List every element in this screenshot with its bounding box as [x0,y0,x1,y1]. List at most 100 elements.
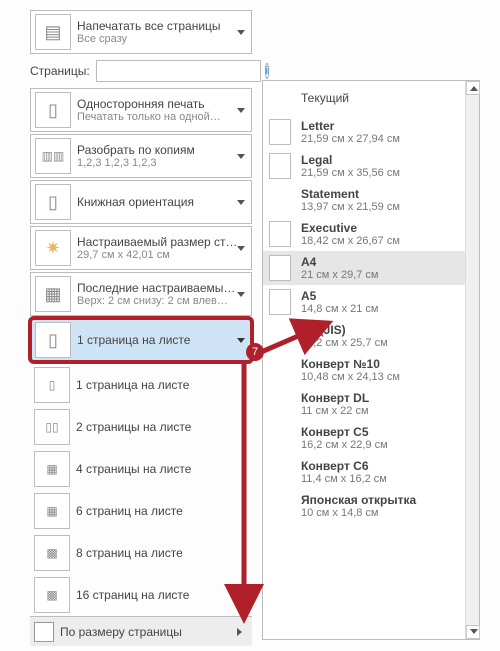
pages-per-sheet-option-label: 4 страницы на листе [76,462,191,476]
pages-per-sheet-option[interactable]: ▩ 8 страниц на листе [30,532,252,574]
paper-size-dimensions: 18,2 см x 25,7 см [301,337,388,349]
pages-per-sheet-option[interactable]: ▦ 4 страницы на листе [30,448,252,490]
info-icon[interactable]: i [265,63,269,79]
paper-size-option[interactable]: A514,8 см x 21 см [263,285,465,319]
pages-per-sheet-option-icon: ▯▯ [34,409,70,445]
portrait-icon: ▯ [35,184,71,220]
paper-size-option[interactable]: Конверт C516,2 см x 22,9 см [263,421,465,455]
scrollbar[interactable] [465,81,479,639]
paper-size-name: Конверт DL [301,391,369,405]
sides-title: Односторонняя печать [77,97,251,111]
pages-per-sheet-option[interactable]: ▯▯ 2 страницы на листе [30,406,252,448]
paper-size-dimensions: 21,59 см x 35,56 см [301,167,400,179]
collate-title: Разобрать по копиям [77,143,251,157]
paper-size-option[interactable]: Конверт DL11 см x 22 см [263,387,465,421]
pages-per-sheet-option-label: 1 страница на листе [76,378,189,392]
chevron-down-icon [237,292,245,297]
chevron-down-icon [237,154,245,159]
paper-size-dimensions: 13,97 см x 21,59 см [301,201,400,213]
pages-per-sheet-option-label: 16 страниц на листе [76,588,189,602]
paper-size-option[interactable]: Текущий [263,81,465,115]
one-page-icon: ▯ [35,322,71,358]
fit-icon [34,622,54,642]
pages-input[interactable] [96,60,261,82]
pages-icon: ▤ [35,14,71,50]
paper-size-checkbox[interactable] [269,221,291,247]
paper-size-checkbox[interactable] [269,255,291,281]
pages-per-sheet-dropdown[interactable]: ▯ 1 страница на листе [30,318,252,362]
single-side-icon: ▯ [35,92,71,128]
paper-size-title: Настраиваемый размер ст… [77,235,251,249]
pages-per-sheet-option-icon: ▦ [34,451,70,487]
paper-size-checkbox[interactable] [269,153,291,179]
paper-size-list[interactable]: ТекущийLetter21,59 см x 27,94 смLegal21,… [263,81,479,639]
paper-size-dropdown[interactable]: ✷ Настраиваемый размер ст… 29,7 см x 42,… [30,226,252,270]
pages-label: Страницы: [30,64,90,78]
collate-sub: 1,2,3 1,2,3 1,2,3 [77,157,251,169]
paper-size-name: Legal [301,153,400,167]
collate-dropdown[interactable]: ▥▥ Разобрать по копиям 1,2,3 1,2,3 1,2,3 [30,134,252,178]
pages-per-sheet-option[interactable]: ▦ 6 страниц на листе [30,490,252,532]
paper-size-name: Текущий [301,91,349,105]
paper-size-dimensions: 10 см x 14,8 см [301,507,416,519]
paper-size-option[interactable]: B5 (JIS)18,2 см x 25,7 см [263,319,465,353]
paper-size-option[interactable]: Statement13,97 см x 21,59 см [263,183,465,217]
chevron-down-icon [237,200,245,205]
pages-per-sheet-option-label: 2 страницы на листе [76,420,191,434]
paper-size-sub: 29,7 см x 42,01 см [77,249,251,261]
paper-size-option[interactable]: A421 см x 29,7 см [263,251,465,285]
pages-per-sheet-option-icon: ▦ [34,493,70,529]
paper-size-checkbox[interactable] [269,119,291,145]
pages-per-sheet-option[interactable]: ▯ 1 страница на листе [30,364,252,406]
print-range-dropdown[interactable]: ▤ Напечатать все страницы Все сразу [30,10,252,54]
paper-size-option[interactable]: Legal21,59 см x 35,56 см [263,149,465,183]
paper-size-option[interactable]: Японская открытка10 см x 14,8 см [263,489,465,523]
paper-size-dimensions: 11 см x 22 см [301,405,369,417]
paper-size-option[interactable]: Конверт №1010,48 см x 24,13 см [263,353,465,387]
paper-size-icon: ✷ [35,230,71,266]
sides-dropdown[interactable]: ▯ Односторонняя печать Печатать только н… [30,88,252,132]
paper-size-name: A5 [301,289,379,303]
paper-size-flyout: ТекущийLetter21,59 см x 27,94 смLegal21,… [262,80,480,640]
scroll-down-button[interactable] [466,625,480,639]
collate-icon: ▥▥ [35,138,71,174]
chevron-right-icon [237,628,242,636]
paper-size-name: A4 [301,255,379,269]
margins-sub: Верх: 2 см снизу: 2 см влев… [77,295,251,307]
sides-sub: Печатать только на одной… [77,111,251,123]
fit-to-page-item[interactable]: По размеру страницы [30,616,252,646]
print-range-sub: Все сразу [77,33,251,45]
paper-size-checkbox[interactable] [269,289,291,315]
paper-size-option[interactable]: Executive18,42 см x 26,67 см [263,217,465,251]
chevron-down-icon [237,108,245,113]
pages-per-sheet-option-label: 6 страниц на листе [76,504,183,518]
paper-size-dimensions: 11,4 см x 16,2 см [301,473,387,485]
orientation-title: Книжная ориентация [77,195,251,209]
paper-size-dimensions: 10,48 см x 24,13 см [301,371,400,383]
pages-per-sheet-selected: 1 страница на листе [77,333,251,347]
chevron-down-icon [237,246,245,251]
paper-size-option[interactable]: Конверт C611,4 см x 16,2 см [263,455,465,489]
paper-size-dimensions: 18,42 см x 26,67 см [301,235,400,247]
paper-size-name: Statement [301,187,400,201]
paper-size-name: Executive [301,221,400,235]
chevron-down-icon [237,338,245,343]
paper-size-dimensions: 16,2 см x 22,9 см [301,439,388,451]
margins-dropdown[interactable]: ▦ Последние настраиваемы… Верх: 2 см сни… [30,272,252,316]
scroll-up-button[interactable] [466,81,480,95]
pages-per-sheet-option-icon: ▩ [34,577,70,613]
orientation-dropdown[interactable]: ▯ Книжная ориентация [30,180,252,224]
pages-per-sheet-option-label: 8 страниц на листе [76,546,183,560]
print-range-title: Напечатать все страницы [77,19,251,33]
paper-size-name: B5 (JIS) [301,323,388,337]
paper-size-name: Конверт C6 [301,459,387,473]
pages-per-sheet-option-icon: ▩ [34,535,70,571]
paper-size-name: Letter [301,119,400,133]
fit-to-page-label: По размеру страницы [60,625,182,639]
paper-size-name: Конверт №10 [301,357,400,371]
pages-per-sheet-option[interactable]: ▩ 16 страниц на листе [30,574,252,616]
paper-size-dimensions: 14,8 см x 21 см [301,303,379,315]
annotation-badge: 7 [246,343,264,361]
pages-per-sheet-option-icon: ▯ [34,367,70,403]
paper-size-option[interactable]: Letter21,59 см x 27,94 см [263,115,465,149]
